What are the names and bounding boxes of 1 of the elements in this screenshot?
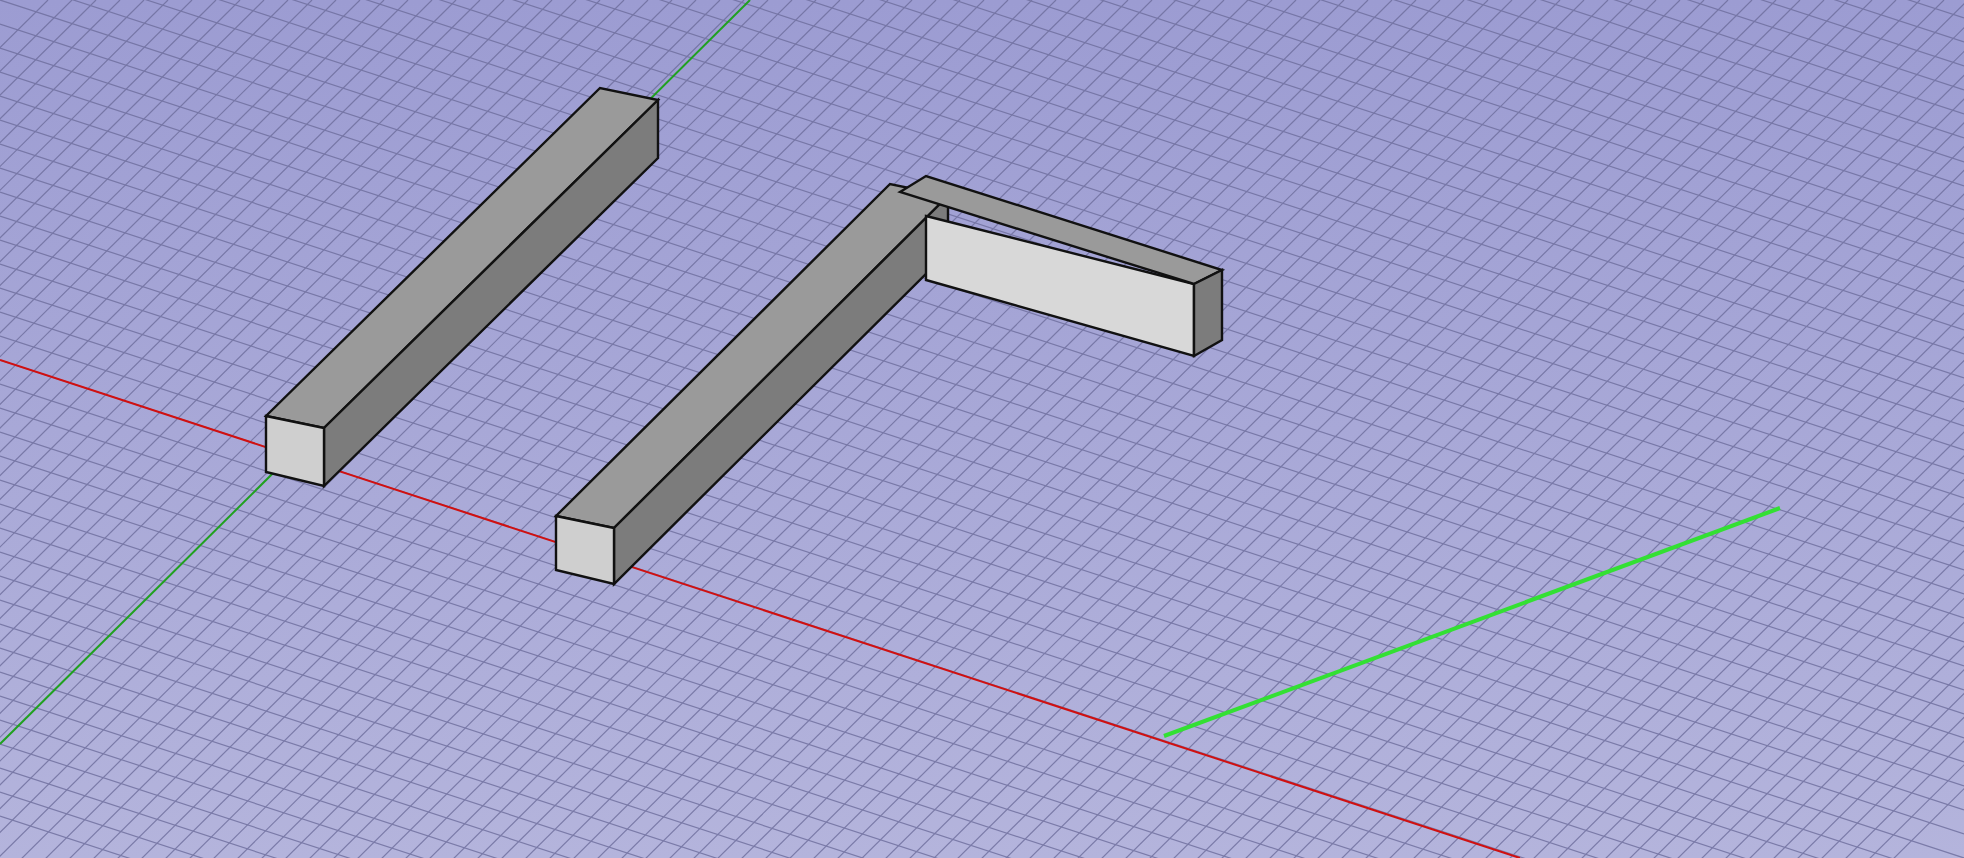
3d-viewport[interactable]: [0, 0, 1964, 858]
